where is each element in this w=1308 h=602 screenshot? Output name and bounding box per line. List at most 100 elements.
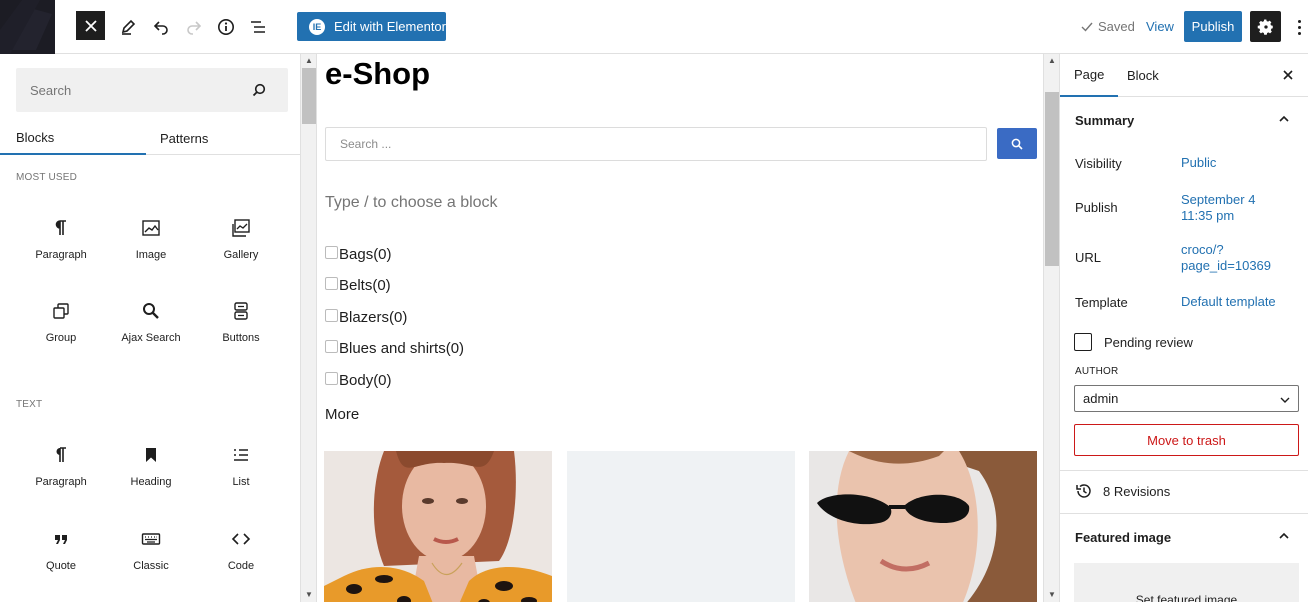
block-buttons[interactable]: Buttons [196,293,286,363]
block-gallery[interactable]: Gallery [196,210,286,280]
info-icon [218,19,234,35]
category-label: Bags(0) [339,246,392,263]
keyboard-icon [141,533,161,545]
product-search-button[interactable] [997,128,1037,159]
site-logo[interactable] [0,0,55,54]
block-inserter-panel: Search Blocks Patterns MOST USED Paragra… [0,54,301,602]
block-heading[interactable]: Heading [106,437,196,507]
more-options-button[interactable] [1294,16,1304,38]
divider [1060,470,1308,471]
category-filter-item[interactable]: Blues and shirts(0) [325,339,464,357]
undo-icon [153,21,168,35]
settings-sidebar: Page Block Summary Visibility Public Pub… [1059,54,1308,602]
view-button[interactable]: View [1146,19,1174,34]
template-value[interactable]: Default template [1181,294,1276,310]
check-icon [1081,22,1093,32]
image-icon [142,220,160,236]
chevron-up-icon[interactable] [1278,113,1290,125]
block-image[interactable]: Image [106,210,196,280]
tab-page[interactable]: Page [1060,54,1119,97]
settings-button[interactable] [1250,11,1281,42]
tab-blocks[interactable]: Blocks [0,122,146,155]
visibility-value[interactable]: Public [1181,155,1216,171]
block-list[interactable]: List [196,437,286,507]
page-title[interactable]: e-Shop [325,56,430,92]
summary-panel-title[interactable]: Summary [1075,113,1134,128]
search-icon [143,303,159,319]
block-paragraph[interactable]: Paragraph [16,210,106,280]
undo-button[interactable] [145,11,177,43]
block-group[interactable]: Group [16,293,106,363]
block-code[interactable]: Code [196,521,286,591]
block-quote[interactable]: Quote [16,521,106,591]
set-featured-image-button[interactable]: Set featured image [1074,563,1299,602]
visibility-label: Visibility [1075,156,1122,171]
list-view-button[interactable] [242,11,274,43]
author-select[interactable]: admin [1074,385,1299,412]
paragraph-icon [55,220,66,235]
block-search-input[interactable]: Search [16,68,288,112]
scrollbar-thumb[interactable] [1045,92,1059,266]
category-checkbox[interactable] [325,371,338,385]
saved-label: Saved [1098,19,1135,34]
publish-date-button[interactable]: September 4 11:35 pm [1181,192,1255,224]
buttons-icon [234,302,248,320]
block-appender-hint[interactable]: Type / to choose a block [325,194,498,212]
category-checkbox[interactable] [325,339,338,353]
block-label: Code [227,560,255,572]
scroll-up-icon[interactable]: ▲ [1048,56,1056,65]
category-filter-item[interactable]: Bags(0) [325,245,392,263]
category-checkbox[interactable] [325,276,338,290]
list-view-icon [251,21,265,33]
featured-image-panel-title[interactable]: Featured image [1075,530,1171,545]
url-button[interactable]: croco/? page_id=10369 [1181,242,1271,274]
redo-button[interactable] [178,11,210,43]
category-filter-item[interactable]: Belts(0) [325,276,391,294]
block-classic[interactable]: Classic [106,521,196,591]
tools-button[interactable] [112,11,144,43]
canvas-scrollbar[interactable]: ▲ ▼ [1043,54,1059,602]
block-label: Ajax Search [121,332,181,344]
scroll-down-icon[interactable]: ▼ [305,590,313,599]
product-image[interactable] [809,451,1037,602]
close-icon[interactable] [1281,68,1295,82]
tab-patterns[interactable]: Patterns [160,122,208,155]
gear-icon [1257,19,1273,35]
category-label: Blazers(0) [339,309,408,326]
redo-icon [187,21,202,35]
scroll-up-icon[interactable]: ▲ [305,56,313,65]
close-icon [84,19,97,32]
block-paragraph[interactable]: Paragraph [16,437,106,507]
pending-review-toggle[interactable]: Pending review [1074,333,1193,351]
category-text: TEXT [16,399,43,410]
scroll-down-icon[interactable]: ▼ [1048,590,1056,599]
more-categories-link[interactable]: More [325,406,359,423]
history-icon [1076,484,1091,498]
revisions-link[interactable]: 8 Revisions [1075,482,1170,500]
product-search-input[interactable]: Search ... [325,127,987,161]
product-image-placeholder[interactable] [567,451,795,602]
group-icon [53,303,69,319]
move-to-trash-button[interactable]: Move to trash [1074,424,1299,456]
tab-block[interactable]: Block [1127,54,1159,97]
category-filter-item[interactable]: Body(0) [325,371,392,389]
chevron-up-icon[interactable] [1278,530,1290,542]
editor-header: IE Edit with Elementor Saved View Publis… [0,0,1308,54]
edit-with-elementor-button[interactable]: IE Edit with Elementor [297,12,446,41]
category-checkbox[interactable] [325,308,338,322]
inserter-scrollbar[interactable]: ▲ ▼ [301,54,317,602]
category-checkbox[interactable] [325,245,338,259]
block-label: Group [45,332,77,344]
search-icon [252,83,266,97]
scrollbar-thumb[interactable] [302,68,316,124]
category-filter-item[interactable]: Blazers(0) [325,308,408,326]
block-ajax-search[interactable]: Ajax Search [106,293,196,363]
block-label: Buttons [222,332,260,344]
pending-review-checkbox[interactable] [1074,333,1092,351]
close-inserter-button[interactable] [76,11,105,40]
url-line: page_id=10369 [1181,258,1272,273]
product-image[interactable] [324,451,552,602]
list-icon [234,449,248,461]
publish-button[interactable]: Publish [1184,11,1242,42]
details-button[interactable] [210,11,242,43]
